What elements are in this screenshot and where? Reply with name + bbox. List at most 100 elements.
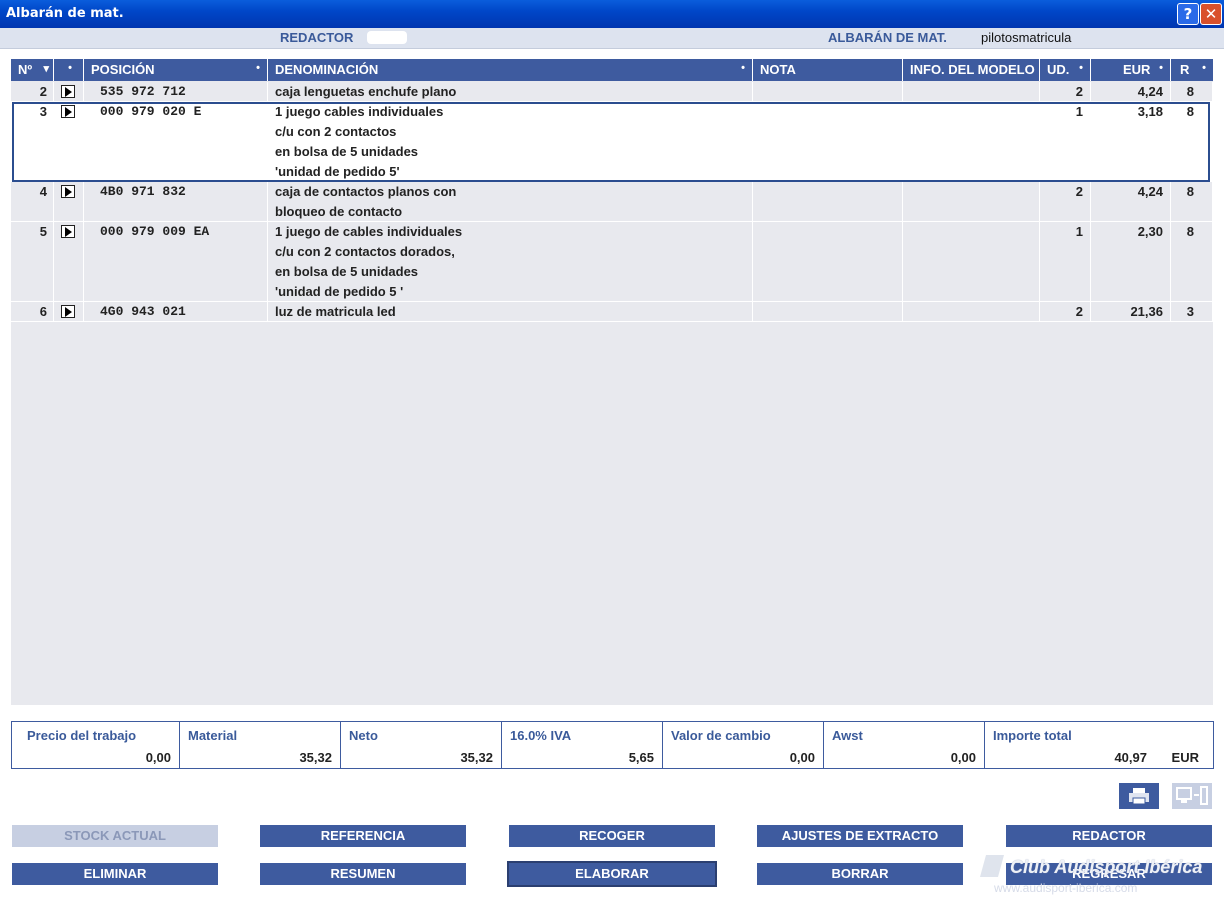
- table-row[interactable]: 6 4G0 943 021 luz de matricula led 2 21,…: [11, 302, 1213, 322]
- screen-toggle-button[interactable]: [1172, 783, 1212, 809]
- col-header-info-modelo[interactable]: INFO. DEL MODELO: [903, 59, 1040, 81]
- window-title: Albarán de mat.: [6, 6, 124, 21]
- help-button[interactable]: ?: [1177, 3, 1199, 25]
- row-ud: 2: [1075, 84, 1083, 99]
- resumen-button[interactable]: RESUMEN: [260, 863, 466, 885]
- row-denominacion-line: 'unidad de pedido 5': [275, 164, 400, 179]
- col-header-ud[interactable]: UD. •: [1040, 59, 1091, 81]
- col-header-eur[interactable]: EUR •: [1091, 59, 1171, 81]
- row-r: 8: [1186, 84, 1194, 99]
- col-header-arrow[interactable]: •: [54, 59, 84, 81]
- row-posicion: 000 979 020 E: [100, 104, 202, 119]
- total-label: Neto: [349, 728, 378, 743]
- col-header-denominacion[interactable]: DENOMINACIÓN •: [268, 59, 753, 81]
- stock-actual-button[interactable]: STOCK ACTUAL: [12, 825, 218, 847]
- row-denominacion-line: 'unidad de pedido 5 ': [275, 284, 404, 299]
- col-header-info-label: INFO. DEL MODELO: [910, 62, 1035, 77]
- watermark-title: Club Audisport Ibérica: [1010, 857, 1203, 877]
- row-expand-arrow-icon[interactable]: [61, 185, 75, 198]
- redactor-value-redacted: [367, 31, 407, 44]
- table-row[interactable]: 5 000 979 009 EA 1 juego de cables indiv…: [11, 222, 1213, 302]
- row-info-modelo: [903, 302, 1040, 322]
- total-value: 35,32: [299, 750, 332, 765]
- row-info-modelo: [903, 82, 1040, 102]
- row-ud: 1: [1075, 104, 1083, 119]
- printer-icon: [1129, 788, 1149, 805]
- total-label: Valor de cambio: [671, 728, 771, 743]
- total-iva: 16.0% IVA 5,65: [502, 722, 663, 768]
- total-label: Precio del trabajo: [27, 728, 137, 743]
- col-header-posicion-label: POSICIÓN: [91, 62, 155, 77]
- col-dot-icon: •: [1159, 62, 1163, 74]
- row-expand-arrow-icon[interactable]: [61, 225, 75, 238]
- row-no: 6: [39, 304, 47, 319]
- col-header-nota[interactable]: NOTA: [753, 59, 903, 81]
- total-value: 35,32: [460, 750, 493, 765]
- row-r: 8: [1186, 104, 1194, 119]
- col-header-posicion[interactable]: POSICIÓN •: [84, 59, 268, 81]
- row-nota: [753, 182, 903, 222]
- col-header-r[interactable]: R •: [1171, 59, 1213, 81]
- total-material: Material 35,32: [180, 722, 341, 768]
- row-no: 5: [39, 224, 47, 239]
- row-r: 3: [1186, 304, 1194, 319]
- doc-type-label: ALBARÁN DE MAT.: [828, 30, 947, 45]
- row-posicion: 4G0 943 021: [100, 304, 186, 319]
- referencia-button[interactable]: REFERENCIA: [260, 825, 466, 847]
- row-expand-arrow-icon[interactable]: [61, 305, 75, 318]
- row-nota: [753, 302, 903, 322]
- row-eur: 21,36: [1130, 304, 1163, 319]
- total-precio-trabajo: Precio del trabajo 0,00: [12, 722, 180, 768]
- row-denominacion: luz de matricula led: [275, 304, 396, 319]
- doc-name: pilotosmatricula: [981, 30, 1072, 45]
- row-expand-arrow-icon[interactable]: [61, 85, 75, 98]
- total-value: 0,00: [950, 750, 976, 765]
- close-button[interactable]: ✕: [1200, 3, 1222, 25]
- row-expand-arrow-icon[interactable]: [61, 105, 75, 118]
- total-label: 16.0% IVA: [510, 728, 572, 743]
- row-eur: 2,30: [1137, 224, 1163, 239]
- club-logo-icon: [980, 855, 1004, 877]
- col-dot-icon: •: [741, 62, 745, 74]
- table-row[interactable]: 4 4B0 971 832 caja de contactos planos c…: [11, 182, 1213, 222]
- row-ud: 2: [1075, 184, 1083, 199]
- col-dot-icon: •: [68, 62, 72, 74]
- col-header-no[interactable]: Nº ▾: [11, 59, 54, 81]
- row-no: 3: [39, 104, 47, 119]
- table-row[interactable]: 2 535 972 712 caja lenguetas enchufe pla…: [11, 82, 1213, 102]
- row-info-modelo: [903, 182, 1040, 222]
- table-row-selected[interactable]: 3 000 979 020 E 1 juego cables individua…: [11, 102, 1213, 182]
- borrar-button[interactable]: BORRAR: [757, 863, 963, 885]
- row-nota: [753, 82, 903, 102]
- total-label: Awst: [832, 728, 863, 743]
- watermark: Club Audisport Ibérica www.audisport-ibe…: [978, 854, 1224, 897]
- positions-table[interactable]: Nº ▾ • POSICIÓN • DENOMINACIÓN • NOTA IN…: [11, 59, 1213, 705]
- col-header-nota-label: NOTA: [760, 62, 796, 77]
- recoger-button[interactable]: RECOGER: [509, 825, 715, 847]
- row-r: 8: [1186, 184, 1194, 199]
- print-button[interactable]: [1119, 783, 1159, 809]
- title-bar: Albarán de mat. ? ✕: [0, 0, 1224, 28]
- row-ud: 1: [1075, 224, 1083, 239]
- row-denominacion-line: en bolsa de 5 unidades: [275, 264, 419, 279]
- redactor-label: REDACTOR: [280, 30, 354, 45]
- row-ud: 2: [1075, 304, 1083, 319]
- total-awst: Awst 0,00: [824, 722, 985, 768]
- total-valor-cambio: Valor de cambio 0,00: [663, 722, 824, 768]
- ajustes-extracto-button[interactable]: AJUSTES DE EXTRACTO: [757, 825, 963, 847]
- total-importe: Importe total 40,97 EUR: [985, 722, 1213, 768]
- col-dot-icon: •: [1202, 62, 1206, 74]
- elaborar-button[interactable]: ELABORAR: [507, 861, 717, 887]
- total-value: 40,97: [1114, 750, 1147, 765]
- redactor-button[interactable]: REDACTOR: [1006, 825, 1212, 847]
- row-eur: 4,24: [1137, 184, 1163, 199]
- monitor-icon: [1176, 786, 1208, 805]
- total-value: 0,00: [145, 750, 171, 765]
- sort-down-icon: ▾: [43, 63, 49, 75]
- row-denominacion-line: c/u con 2 contactos: [275, 124, 397, 139]
- row-no: 4: [39, 184, 47, 199]
- row-eur: 4,24: [1137, 84, 1163, 99]
- col-header-ud-label: UD.: [1047, 62, 1070, 77]
- eliminar-button[interactable]: ELIMINAR: [12, 863, 218, 885]
- row-r: 8: [1186, 224, 1194, 239]
